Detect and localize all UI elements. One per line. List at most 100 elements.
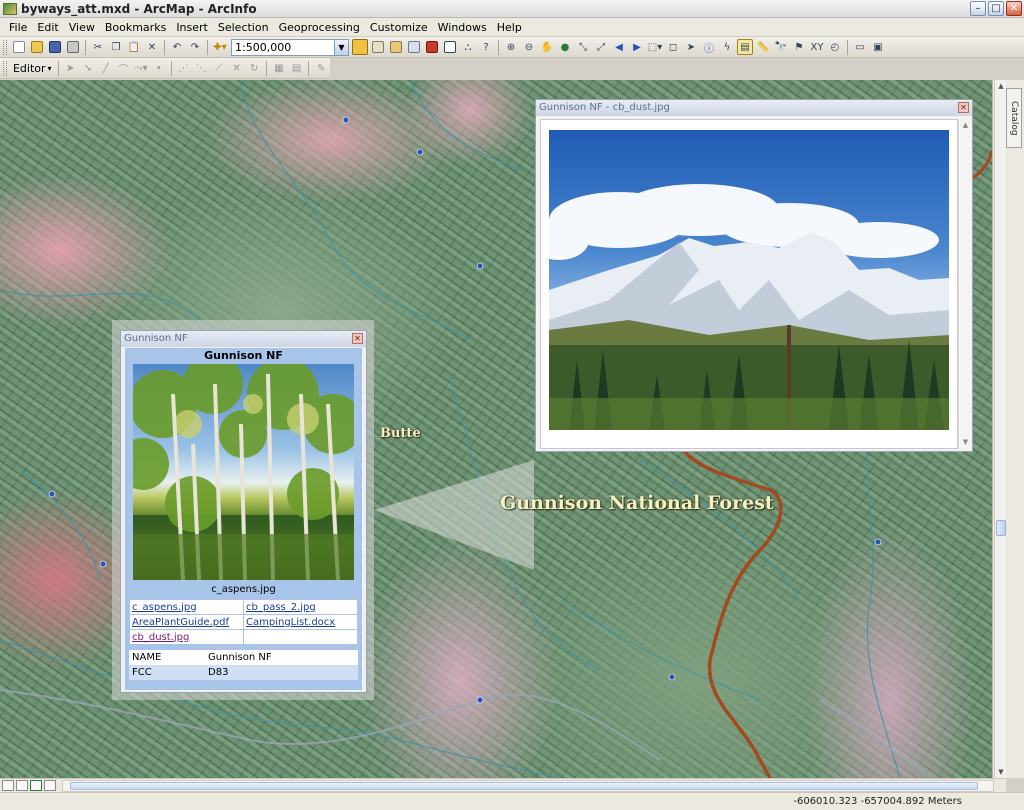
print-icon[interactable] — [65, 39, 81, 55]
catalog-dock-tab[interactable]: Catalog — [1006, 88, 1022, 148]
split-icon[interactable]: ✕ — [229, 60, 245, 76]
redo-icon[interactable]: ↷ — [187, 39, 203, 55]
select-elements-icon[interactable]: ➤ — [683, 39, 699, 55]
map-vertical-scrollbar[interactable]: ▲ ▼ — [994, 80, 1006, 778]
editor-menu-button[interactable]: Editor ▾ — [10, 62, 55, 75]
time-slider-icon[interactable]: ◴ — [827, 39, 843, 55]
pause-drawing-button[interactable] — [44, 780, 56, 791]
popup-title-bar[interactable]: Gunnison NF ✕ — [121, 331, 366, 347]
full-extent-icon[interactable]: ● — [557, 39, 573, 55]
attributes-icon[interactable]: ▦ — [271, 60, 287, 76]
toolbar-grip[interactable] — [3, 39, 7, 55]
zoom-out-icon[interactable]: ⊖ — [521, 39, 537, 55]
open-folder-icon[interactable] — [29, 39, 45, 55]
arctoolbox-icon[interactable] — [424, 39, 440, 55]
scroll-thumb[interactable] — [70, 782, 978, 790]
edit-annotation-icon[interactable]: ➘ — [80, 60, 96, 76]
editor-menu-label: Editor — [12, 61, 46, 75]
identify-icon[interactable]: ⓘ — [701, 39, 717, 55]
scroll-down-icon[interactable]: ▼ — [995, 766, 1007, 778]
menu-selection[interactable]: Selection — [213, 18, 274, 37]
pan-icon[interactable]: ✋ — [539, 39, 555, 55]
html-popup-icon[interactable]: ▤ — [737, 39, 753, 55]
modelbuilder-icon[interactable]: ⛬ — [460, 39, 476, 55]
fixed-zoom-in-icon[interactable]: ⤡ — [575, 39, 591, 55]
menu-customize[interactable]: Customize — [365, 18, 433, 37]
menu-bookmarks[interactable]: Bookmarks — [100, 18, 171, 37]
menu-windows[interactable]: Windows — [433, 18, 492, 37]
layout-view-icon[interactable]: ▣ — [870, 39, 886, 55]
refresh-view-button[interactable] — [30, 780, 42, 791]
attachment-link[interactable]: AreaPlantGuide.pdf — [129, 614, 244, 630]
scroll-down-icon[interactable]: ▼ — [959, 436, 972, 449]
cut-polygons-icon[interactable]: ⟋ — [211, 60, 227, 76]
delete-icon[interactable]: ✕ — [144, 39, 160, 55]
scroll-thumb[interactable] — [996, 520, 1006, 536]
menu-help[interactable]: Help — [492, 18, 527, 37]
photo-window-title-bar[interactable]: Gunnison NF - cb_dust.jpg ✕ — [536, 100, 972, 116]
chevron-down-icon: ▾ — [47, 63, 52, 73]
trace-icon[interactable]: ⤳▾ — [133, 60, 149, 76]
attachment-link[interactable]: CampingList.docx — [243, 614, 358, 630]
menu-geoprocessing[interactable]: Geoprocessing — [274, 18, 365, 37]
map-scale-combobox[interactable]: 1:500,000 ▼ — [231, 38, 349, 56]
close-icon[interactable]: ✕ — [958, 102, 969, 113]
menu-file[interactable]: File — [4, 18, 32, 37]
menu-edit[interactable]: Edit — [32, 18, 63, 37]
clear-selection-icon[interactable]: ◻ — [665, 39, 681, 55]
create-features-icon[interactable]: ✎ — [313, 60, 329, 76]
minimize-button[interactable]: – — [970, 1, 986, 16]
create-viewer-window-icon[interactable]: ▭ — [852, 39, 868, 55]
html-popup-window[interactable]: Gunnison NF ✕ Gunnison NF c_aspens.jpg c… — [120, 330, 367, 693]
hyperlink-icon[interactable]: ϟ — [719, 39, 735, 55]
photo-viewer-window[interactable]: Gunnison NF - cb_dust.jpg ✕ ▲ ▼ — [535, 99, 973, 452]
add-data-icon[interactable]: ✚▾ — [212, 39, 228, 55]
close-button[interactable]: ✕ — [1006, 1, 1022, 16]
measure-icon[interactable]: 📏 — [755, 39, 771, 55]
find-icon[interactable]: 🔭 — [773, 39, 789, 55]
attachment-link[interactable]: cb_dust.jpg — [129, 629, 244, 645]
sketch-properties-icon[interactable]: ▤ — [289, 60, 305, 76]
chevron-down-icon[interactable]: ▼ — [334, 39, 348, 55]
toolbar-grip[interactable] — [3, 60, 7, 76]
scroll-up-icon[interactable]: ▲ — [995, 80, 1007, 92]
endpoint-arc-icon[interactable]: ⌒ — [116, 60, 132, 76]
new-document-icon[interactable] — [11, 39, 27, 55]
whats-this-help-icon[interactable]: ? — [478, 39, 494, 55]
maximize-button[interactable]: □ — [988, 1, 1004, 16]
data-view-button[interactable] — [16, 780, 28, 791]
copy-icon[interactable]: ❐ — [108, 39, 124, 55]
select-features-icon[interactable]: ⬚▾ — [647, 39, 663, 55]
close-icon[interactable]: ✕ — [352, 333, 363, 344]
python-window-icon[interactable] — [442, 39, 458, 55]
zoom-in-icon[interactable]: ⊕ — [503, 39, 519, 55]
layout-view-button[interactable] — [2, 780, 14, 791]
forward-extent-icon[interactable]: ▶ — [629, 39, 645, 55]
menu-insert[interactable]: Insert — [171, 18, 213, 37]
menu-view[interactable]: View — [64, 18, 100, 37]
go-to-xy-icon[interactable]: XY — [809, 39, 825, 55]
photo-window-scrollbar[interactable]: ▲ ▼ — [958, 119, 971, 449]
save-icon[interactable] — [47, 39, 63, 55]
table-of-contents-icon[interactable] — [370, 39, 386, 55]
rotate-icon[interactable]: ↻ — [246, 60, 262, 76]
paste-icon[interactable]: 📋 — [126, 39, 142, 55]
attachment-link[interactable]: cb_pass_2.jpg — [243, 599, 358, 615]
edit-tool-icon[interactable]: ➤ — [63, 60, 79, 76]
attachment-link[interactable]: c_aspens.jpg — [129, 599, 244, 615]
edit-vertices-icon[interactable]: ⋰ — [176, 60, 192, 76]
catalog-window-icon[interactable] — [388, 39, 404, 55]
search-window-icon[interactable] — [406, 39, 422, 55]
cut-icon[interactable]: ✂ — [90, 39, 106, 55]
undo-icon[interactable]: ↶ — [169, 39, 185, 55]
fixed-zoom-out-icon[interactable]: ⤢ — [593, 39, 609, 55]
title-bar: byways_att.mxd - ArcMap - ArcInfo – □ ✕ — [0, 0, 1024, 18]
straight-segment-icon[interactable]: ╱ — [98, 60, 114, 76]
editor-toolbar-toggle-icon[interactable] — [352, 39, 368, 55]
find-route-icon[interactable]: ⚑ — [791, 39, 807, 55]
reshape-icon[interactable]: ⋱ — [193, 60, 209, 76]
point-icon[interactable]: • — [151, 60, 167, 76]
map-horizontal-scrollbar[interactable] — [62, 780, 994, 792]
scroll-up-icon[interactable]: ▲ — [959, 119, 972, 132]
back-extent-icon[interactable]: ◀ — [611, 39, 627, 55]
